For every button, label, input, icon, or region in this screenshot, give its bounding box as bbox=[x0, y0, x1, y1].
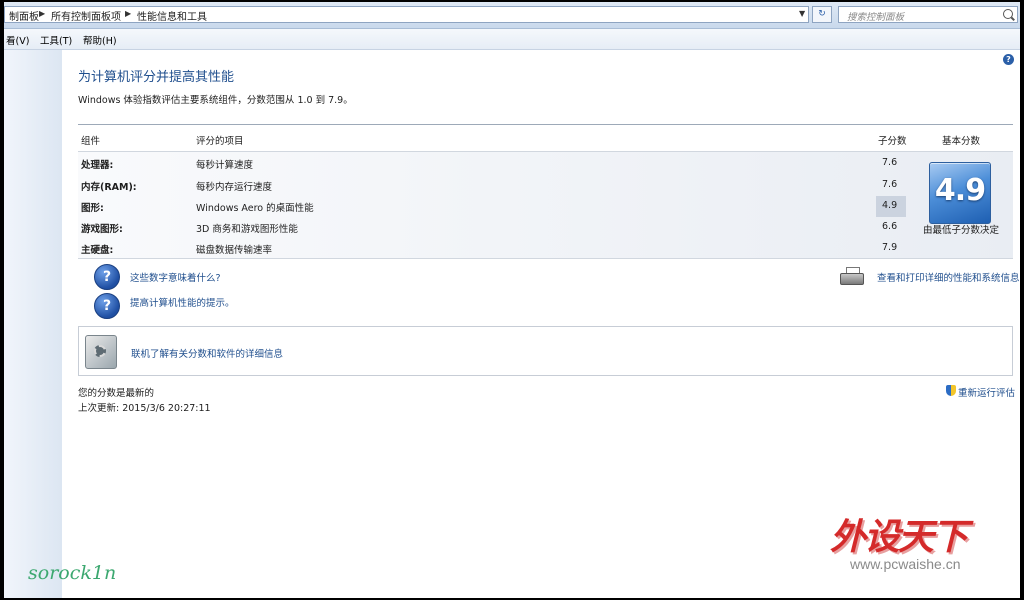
row-component: 图形: bbox=[81, 203, 104, 214]
row-component: 内存(RAM): bbox=[81, 182, 137, 193]
row-item: 每秒内存运行速度 bbox=[196, 182, 273, 193]
watermark-logo: 外设天下 bbox=[830, 517, 968, 558]
link-online-info[interactable]: 联机了解有关分数和软件的详细信息 bbox=[131, 346, 283, 360]
row-component: 游戏图形: bbox=[81, 224, 123, 235]
base-score-value: 4.9 bbox=[934, 173, 986, 208]
row-subscore: 7.6 bbox=[882, 179, 898, 190]
chevron-right-icon[interactable]: ▶ bbox=[39, 9, 45, 18]
row-subscore: 4.9 bbox=[882, 200, 898, 211]
base-score-tile: 4.9 bbox=[929, 162, 991, 224]
row-item: Windows Aero 的桌面性能 bbox=[196, 203, 314, 214]
row-item: 3D 商务和游戏图形性能 bbox=[196, 224, 298, 235]
table-body: 处理器: 每秒计算速度 7.6 内存(RAM): 每秒内存运行速度 7.6 图形… bbox=[78, 151, 1013, 259]
signature: sorock1n bbox=[28, 562, 117, 584]
menu-help[interactable]: 帮助(H) bbox=[83, 33, 117, 47]
page-description: Windows 体验指数评估主要系统组件，分数范围从 1.0 到 7.9。 bbox=[78, 95, 353, 106]
score-table: 组件 评分的项目 子分数 基本分数 处理器: 每秒计算速度 7.6 内存(RAM… bbox=[78, 124, 1013, 259]
menu-tools[interactable]: 工具(T) bbox=[40, 33, 72, 47]
row-component: 处理器: bbox=[81, 160, 114, 171]
watermark: 外设天下 www.pcwaishe.cn bbox=[830, 508, 1000, 572]
rerun-assessment-link[interactable]: 重新运行评估 bbox=[958, 385, 1015, 399]
watermark-url: www.pcwaishe.cn bbox=[850, 556, 961, 572]
help-question-icon: ? bbox=[94, 293, 120, 319]
search-placeholder: 搜索控制面板 bbox=[847, 12, 905, 23]
page-title: 为计算机评分并提高其性能 bbox=[78, 70, 235, 85]
help-question-icon: ? bbox=[94, 264, 120, 290]
menu-bar: 看(V) 工具(T) 帮助(H) bbox=[4, 29, 1020, 50]
chevron-right-icon[interactable]: ▶ bbox=[125, 9, 131, 18]
row-component: 主硬盘: bbox=[81, 245, 114, 256]
left-nav-pane bbox=[4, 50, 63, 598]
score-status: 您的分数是最新的 bbox=[78, 388, 155, 399]
menu-view[interactable]: 看(V) bbox=[6, 33, 29, 47]
header-subscore: 子分数 bbox=[878, 136, 907, 147]
refresh-button[interactable]: ↻ bbox=[812, 6, 832, 23]
printer-icon bbox=[840, 267, 864, 287]
table-row: 内存(RAM): 每秒内存运行速度 7.6 bbox=[78, 174, 908, 195]
link-tips[interactable]: 提高计算机性能的提示。 bbox=[130, 295, 235, 309]
table-row: 图形: Windows Aero 的桌面性能 4.9 bbox=[78, 195, 908, 216]
search-icon[interactable] bbox=[1003, 9, 1013, 19]
link-print-details[interactable]: 查看和打印详细的性能和系统信息 bbox=[877, 270, 1020, 284]
header-base-score: 基本分数 bbox=[942, 136, 981, 147]
online-info-box: 联机了解有关分数和软件的详细信息 bbox=[78, 326, 1013, 376]
row-item: 每秒计算速度 bbox=[196, 160, 254, 171]
address-bar: 制面板 ▶ 所有控制面板项 ▶ 性能信息和工具 ▼ ↻ 搜索控制面板 bbox=[4, 2, 1020, 29]
table-row: 游戏图形: 3D 商务和游戏图形性能 6.6 bbox=[78, 216, 908, 237]
header-component: 组件 bbox=[81, 136, 101, 147]
refresh-icon: ↻ bbox=[818, 9, 826, 19]
chevron-down-icon[interactable]: ▼ bbox=[799, 9, 805, 18]
base-score-caption: 由最低子分数决定 bbox=[922, 225, 999, 236]
row-subscore: 7.9 bbox=[882, 242, 898, 253]
row-item: 磁盘数据传输速率 bbox=[196, 245, 273, 256]
row-subscore: 6.6 bbox=[882, 221, 898, 232]
search-input[interactable]: 搜索控制面板 bbox=[838, 6, 1018, 23]
table-row: 处理器: 每秒计算速度 7.6 bbox=[78, 152, 908, 173]
row-subscore: 7.6 bbox=[882, 157, 898, 168]
breadcrumb-performance[interactable]: 性能信息和工具 bbox=[137, 8, 207, 23]
shield-icon bbox=[946, 385, 956, 396]
software-icon bbox=[85, 335, 117, 369]
breadcrumb-all-items[interactable]: 所有控制面板项 bbox=[51, 8, 121, 23]
help-icon[interactable]: ? bbox=[1003, 54, 1014, 65]
table-row: 主硬盘: 磁盘数据传输速率 7.9 bbox=[78, 237, 908, 258]
last-update: 上次更新: 2015/3/6 20:27:11 bbox=[78, 403, 211, 414]
header-rated: 评分的项目 bbox=[196, 136, 244, 147]
breadcrumb-control-panel[interactable]: 制面板 bbox=[9, 8, 39, 23]
link-meaning[interactable]: 这些数字意味着什么? bbox=[130, 270, 221, 284]
window: 制面板 ▶ 所有控制面板项 ▶ 性能信息和工具 ▼ ↻ 搜索控制面板 看(V) … bbox=[4, 2, 1020, 598]
breadcrumb[interactable]: 制面板 ▶ 所有控制面板项 ▶ 性能信息和工具 ▼ bbox=[4, 6, 809, 23]
